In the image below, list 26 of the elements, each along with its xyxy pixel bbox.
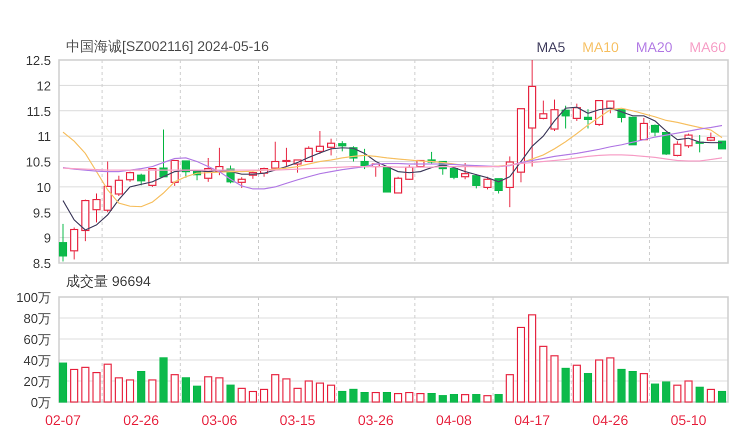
axis-label: 04-17 [514,412,550,428]
axis-label: 60万 [24,332,51,347]
volume-label: 成交量 96694 [66,273,151,291]
axis-label: 11 [38,129,51,144]
chart-title: 中国海诚[SZ002116] 2024-05-16 [66,38,269,56]
axis-label: 04-26 [592,412,628,428]
axis-label: 10 [36,180,51,195]
axis-label: 02-07 [45,412,81,428]
axis-label: 12 [36,78,51,94]
axis-label: 40万 [24,353,51,368]
axis-label: 9.5 [32,205,51,220]
axis-label: 05-10 [670,412,706,428]
axis-label: 12.5 [26,56,51,68]
axis-label: 03-26 [358,412,394,428]
axis-label: 03-06 [201,412,238,428]
axis-label: 10.5 [26,154,51,170]
axis-label: 8.5 [32,256,51,271]
axis-label: 20万 [24,374,51,389]
axis-label: 11.5 [26,104,51,119]
axis-label: 02-26 [123,412,160,428]
axis-label: 03-15 [280,412,316,428]
axis-label: 100万 [16,291,51,305]
axis-label: 0万 [30,395,51,410]
axis-label: 80万 [24,311,51,326]
axis-label: 9 [44,230,51,246]
axis-label: 04-08 [436,412,472,428]
